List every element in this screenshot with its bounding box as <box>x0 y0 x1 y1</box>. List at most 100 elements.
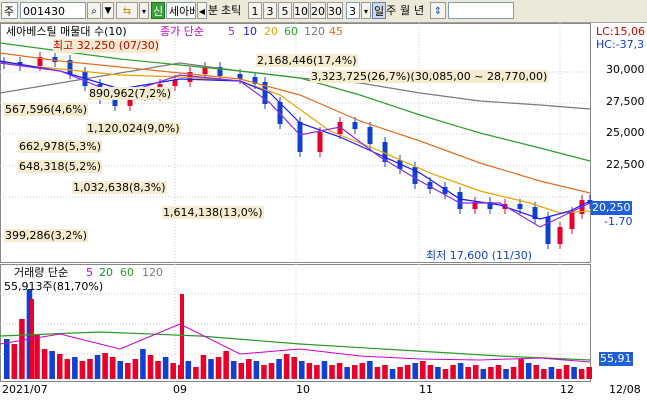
dropdown-arrow-icon[interactable]: ▼ <box>102 2 114 19</box>
period-button-30[interactable]: 30 <box>327 2 343 19</box>
market-type-select[interactable]: 주 <box>1 2 18 19</box>
volume-profile-label: 1,614,138(13,0%) <box>162 206 264 219</box>
volume-bar <box>117 361 124 379</box>
volume-bar <box>162 357 169 379</box>
x-tick-label: 10 <box>296 383 310 396</box>
up-down-arrow-icon[interactable]: ⇕ <box>430 2 446 19</box>
volume-bar <box>329 365 335 379</box>
volume-bar <box>450 365 456 379</box>
count-dropdown-icon[interactable]: ▾ <box>361 2 371 19</box>
scroll-left-icon[interactable]: ◀ <box>197 2 207 19</box>
stock-code-input[interactable]: 001430 <box>20 2 86 19</box>
ma-45-legend: 45 <box>329 25 343 38</box>
search-icon[interactable]: ⌕ <box>87 2 101 19</box>
volume-bar <box>518 359 524 379</box>
volume-panel-title: 거래량 단순 <box>14 266 69 279</box>
vol-ma-5-legend: 5 <box>86 266 93 279</box>
volume-bar <box>525 363 532 379</box>
volume-bar <box>19 319 25 379</box>
volume-bar <box>563 365 570 379</box>
volume-profile-label: 662,978(5,3%) <box>18 140 103 153</box>
volume-bar <box>404 365 411 379</box>
candle-body <box>172 80 178 86</box>
ma-60-legend: 60 <box>284 25 298 38</box>
y-tick-label: 27,500 <box>606 95 645 108</box>
x-tick-label: 11 <box>419 383 433 396</box>
close-ma-legend: 종가 단순 <box>160 25 204 38</box>
volume-bar <box>261 365 267 379</box>
volume-bar <box>268 363 275 379</box>
date-input[interactable] <box>448 2 514 19</box>
y-tick-label: 25,000 <box>606 126 645 139</box>
volume-bar <box>306 363 313 379</box>
period-button-1[interactable]: 1 <box>248 2 262 19</box>
candle-body <box>297 122 303 152</box>
link-icon[interactable]: ⇆ <box>116 2 138 19</box>
volume-bar <box>510 367 517 379</box>
price-chart-panel: 세아베스틸 매물대 수(10) 종가 단순 5 10 20 60 120 45 … <box>0 23 647 263</box>
volume-bar <box>336 363 343 379</box>
volume-last-value: 55,913주(81,70%) <box>4 280 104 293</box>
high-annotation: 최고 32,250 (07/30) <box>53 39 160 53</box>
volume-ma-line <box>0 331 591 361</box>
hc-value: HC:-37,3 <box>596 38 645 51</box>
volume-profile-label: 567,596(4,6%) <box>4 103 89 116</box>
volume-bar <box>480 369 487 379</box>
low-annotation: 최저 17,600 (11/30) <box>426 249 533 262</box>
volume-bar <box>389 369 396 379</box>
current-change: -1.70 <box>604 215 633 228</box>
volume-bar <box>359 363 366 379</box>
volume-bar <box>283 354 290 379</box>
volume-bar <box>94 355 101 379</box>
day-button[interactable]: 일 <box>372 2 386 19</box>
y-tick-label: 30,000 <box>606 63 645 76</box>
volume-bar <box>155 361 161 379</box>
tick-button[interactable]: 초틱 <box>221 2 247 19</box>
period-count-input[interactable]: 3 <box>346 2 360 19</box>
ma-5-legend: 5 <box>228 25 235 38</box>
minute-button[interactable]: 분 <box>208 2 222 19</box>
volume-chart-panel: 거래량 단순 5 20 60 120 55,913주(81,70%) 55,91 <box>0 264 647 382</box>
volume-bar <box>246 359 252 379</box>
candle-body <box>317 132 323 152</box>
volume-bar <box>49 351 55 379</box>
volume-bar <box>140 349 146 379</box>
period-button-5[interactable]: 5 <box>278 2 292 19</box>
volume-bar <box>34 334 40 379</box>
volume-bar <box>147 355 154 379</box>
volume-bar <box>230 361 237 379</box>
period-button-3[interactable]: 3 <box>263 2 277 19</box>
period-button-10[interactable]: 10 <box>293 2 309 19</box>
volume-bar <box>299 361 305 379</box>
chevron-down-icon[interactable]: ▾ <box>139 2 149 19</box>
candle-body <box>569 212 575 229</box>
period-button-20[interactable]: 20 <box>310 2 326 19</box>
volume-bar <box>56 354 63 379</box>
volume-profile-label: 399,286(3,2%) <box>4 229 89 242</box>
volume-bar <box>11 344 18 379</box>
week-button[interactable]: 주 <box>386 2 400 19</box>
ma-10-legend: 10 <box>243 25 257 38</box>
volume-bar <box>109 357 116 379</box>
volume-bar <box>223 351 229 379</box>
volume-bar <box>200 355 207 379</box>
volume-bar <box>442 369 449 379</box>
volume-profile-label: 1,032,638(8,3%) <box>72 181 167 194</box>
price-panel-title: 세아베스틸 매물대 수(10) <box>6 25 127 38</box>
month-button[interactable]: 월 <box>400 2 414 19</box>
volume-bar <box>87 359 93 379</box>
volume-current-tag: 55,91 <box>599 352 633 366</box>
volume-profile-label: 3,323,725(26,7%)(30,085,00 ~ 28,770,00) <box>310 70 549 83</box>
year-button[interactable]: 년 <box>414 2 428 19</box>
volume-bar <box>578 369 585 379</box>
x-tick-label: 2021/07 <box>2 383 48 396</box>
candle-body <box>557 227 563 244</box>
volume-bar <box>193 367 199 379</box>
volume-bar <box>215 357 222 379</box>
volume-bar <box>382 365 388 379</box>
candle-body <box>545 217 551 244</box>
y-tick-label: 22,500 <box>606 158 645 171</box>
current-price-tag: 20,250 <box>591 201 632 215</box>
volume-bar <box>435 367 441 379</box>
volume-bar <box>238 363 245 379</box>
